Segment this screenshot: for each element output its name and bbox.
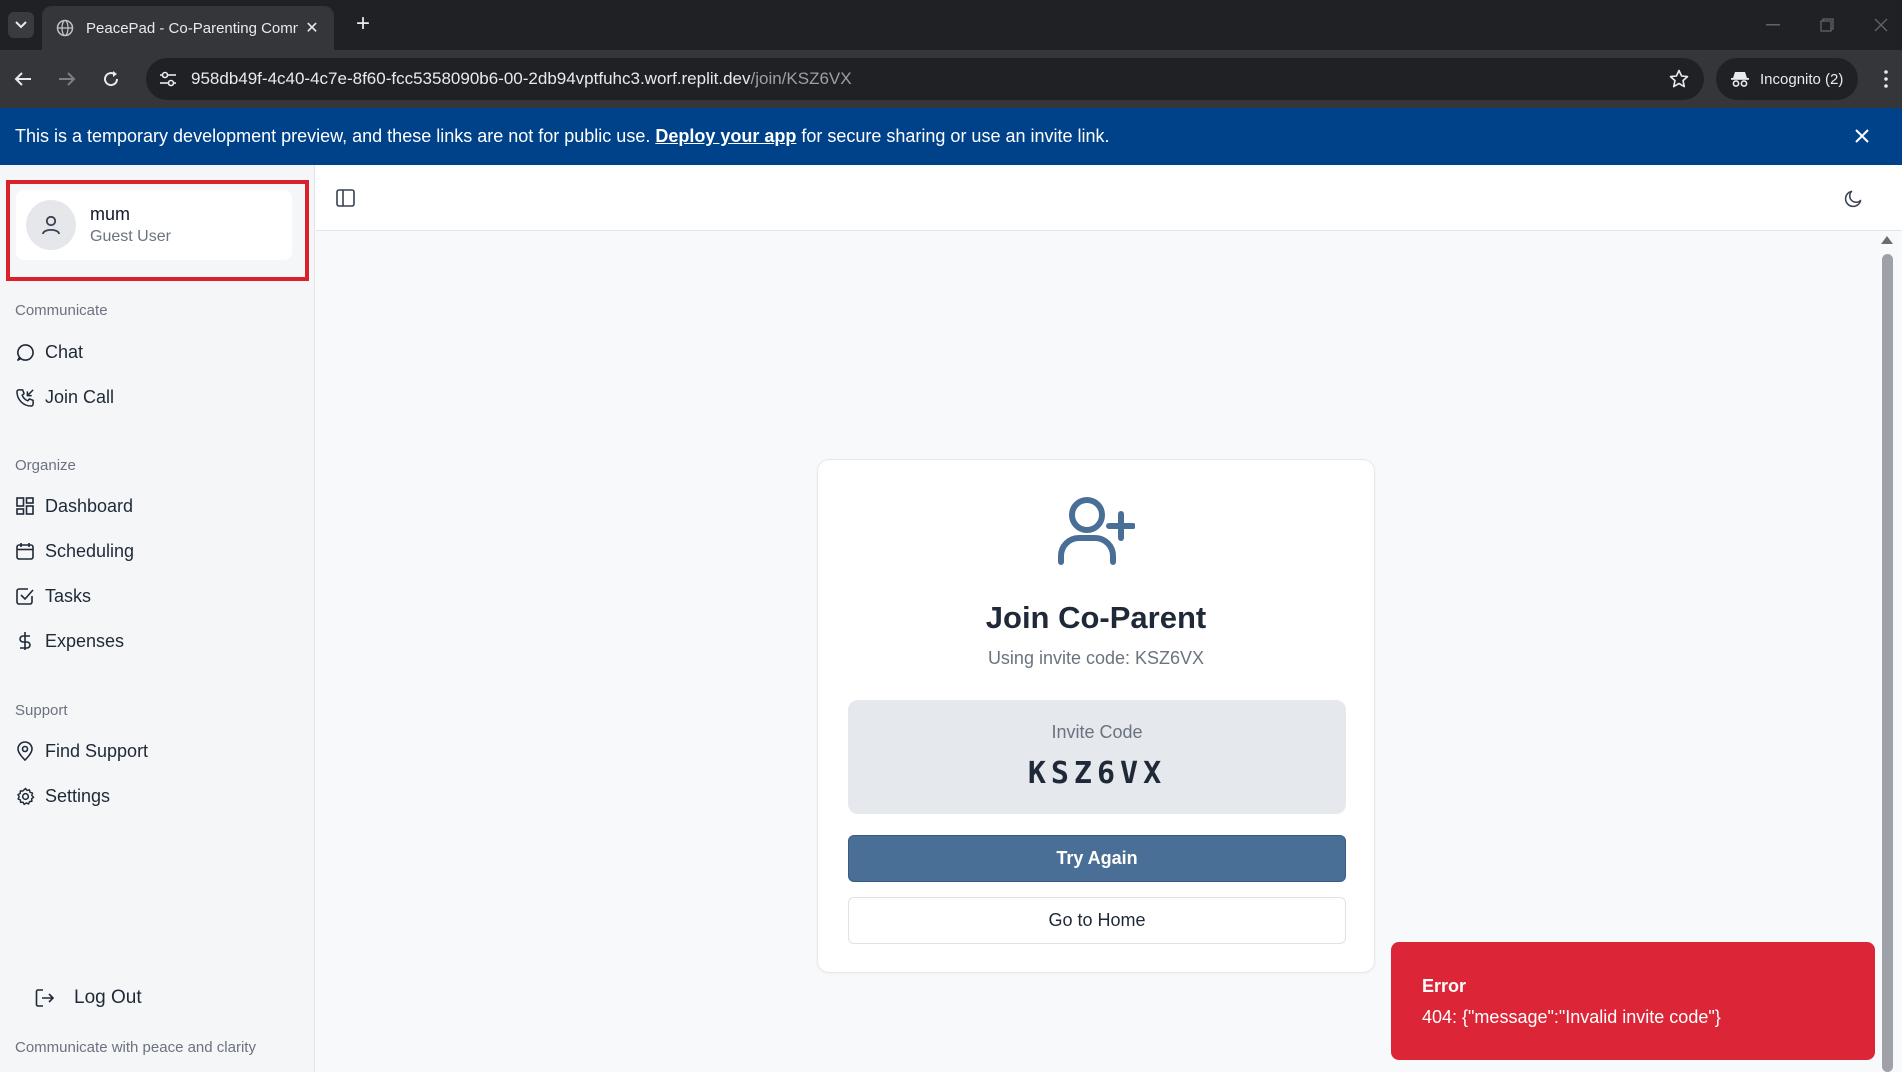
section-label-support: Support: [15, 702, 68, 719]
url-host: 958db49f-4c40-4c7e-8f60-fcc5358090b6-00-…: [191, 69, 751, 88]
browser-tab-bar: PeacePad - Co-Parenting Comm ✕ +: [0, 0, 1902, 50]
reload-button[interactable]: [96, 64, 126, 94]
sidebar-item-find-support[interactable]: Find Support: [15, 736, 148, 766]
chevron-down-icon: [15, 21, 27, 29]
dollar-icon: [15, 631, 35, 651]
avatar: [26, 200, 76, 250]
back-button[interactable]: [8, 64, 38, 94]
toast-title: Error: [1422, 976, 1467, 996]
calendar-icon: [15, 541, 35, 561]
banner-close-icon[interactable]: [1850, 124, 1874, 148]
invite-code-subtitle: Using invite code: KSZ6VX: [987, 648, 1205, 668]
page-title: Join Co-Parent: [985, 600, 1207, 635]
user-plus-icon: [1055, 494, 1135, 566]
logout-label: Log Out: [74, 987, 142, 1008]
invite-code-box: Invite Code KSZ6VX: [848, 700, 1346, 814]
gear-icon: [15, 786, 35, 806]
sidebar-toggle-button[interactable]: [334, 187, 356, 209]
phone-incoming-icon: [15, 387, 35, 407]
theme-toggle-button[interactable]: [1842, 187, 1864, 209]
sidebar-item-tasks[interactable]: Tasks: [15, 581, 91, 611]
sidebar-item-label: Join Call: [45, 386, 115, 407]
tab-list-button[interactable]: [8, 12, 34, 38]
close-window-icon[interactable]: [1866, 12, 1896, 38]
go-home-button[interactable]: Go to Home: [848, 897, 1346, 944]
user-name: mum: [90, 204, 130, 224]
error-toast[interactable]: Error 404: {"message":"Invalid invite co…: [1391, 942, 1875, 1060]
sidebar-item-expenses[interactable]: Expenses: [15, 626, 124, 656]
logout-button[interactable]: Log Out: [34, 983, 142, 1013]
banner-text-before: This is a temporary development preview,…: [15, 126, 651, 146]
sidebar-item-join-call[interactable]: Join Call: [15, 382, 114, 412]
reload-icon: [104, 71, 119, 87]
sidebar-item-settings[interactable]: Settings: [15, 781, 110, 811]
moon-icon: [1844, 190, 1861, 207]
check-square-icon: [15, 586, 35, 606]
toast-message: 404: {"message":"Invalid invite code"}: [1422, 1007, 1721, 1027]
url-text: 958db49f-4c40-4c7e-8f60-fcc5358090b6-00-…: [191, 69, 852, 89]
map-pin-icon: [15, 741, 35, 761]
section-label-organize: Organize: [15, 457, 76, 474]
bookmark-star-icon[interactable]: [1668, 68, 1690, 90]
url-path: /join/KSZ6VX: [750, 69, 852, 88]
user-role: Guest User: [90, 228, 171, 245]
main-scrollbar[interactable]: [1880, 232, 1896, 1072]
tab-title: PeacePad - Co-Parenting Comm: [86, 19, 298, 37]
globe-icon: [56, 19, 74, 37]
main-topbar: [316, 165, 1902, 231]
browser-menu-icon[interactable]: [1876, 66, 1896, 92]
site-settings-icon[interactable]: [158, 69, 178, 89]
forward-button[interactable]: [52, 64, 82, 94]
sidebar-item-label: Expenses: [45, 630, 125, 651]
incognito-indicator[interactable]: Incognito (2): [1716, 58, 1858, 100]
new-tab-button[interactable]: +: [350, 12, 376, 38]
deploy-app-link[interactable]: Deploy your app: [655, 126, 796, 147]
tab-close-icon[interactable]: ✕: [302, 18, 322, 38]
banner-text-after: for secure sharing or use an invite link…: [801, 126, 1110, 146]
scroll-up-icon[interactable]: [1881, 236, 1893, 244]
scroll-thumb[interactable]: [1882, 254, 1893, 1072]
sidebar-item-label: Chat: [45, 341, 84, 362]
restore-icon[interactable]: [1812, 12, 1842, 38]
panel-left-icon: [335, 189, 355, 207]
invite-code-value: KSZ6VX: [1027, 756, 1167, 791]
try-again-button[interactable]: Try Again: [848, 835, 1346, 882]
browser-tab[interactable]: PeacePad - Co-Parenting Comm ✕: [42, 6, 334, 50]
log-out-icon: [34, 987, 56, 1009]
incognito-icon: [1730, 71, 1750, 87]
sidebar-item-scheduling[interactable]: Scheduling: [15, 536, 134, 566]
sidebar-item-label: Scheduling: [45, 540, 135, 561]
browser-toolbar: 958db49f-4c40-4c7e-8f60-fcc5358090b6-00-…: [0, 50, 1902, 108]
arrow-left-icon: [14, 72, 31, 86]
minimize-icon[interactable]: [1758, 12, 1788, 38]
user-icon: [42, 215, 60, 235]
sidebar-item-label: Settings: [45, 785, 111, 806]
invite-code-label: Invite Code: [1051, 722, 1143, 742]
dev-preview-banner: This is a temporary development preview,…: [0, 108, 1902, 165]
sidebar-item-label: Tasks: [45, 585, 92, 606]
message-circle-icon: [15, 342, 35, 362]
user-card[interactable]: mum Guest User: [16, 190, 292, 260]
arrow-right-icon: [59, 72, 76, 86]
sidebar-item-label: Find Support: [45, 740, 149, 761]
address-bar[interactable]: 958db49f-4c40-4c7e-8f60-fcc5358090b6-00-…: [146, 58, 1704, 100]
dashboard-icon: [15, 496, 35, 516]
sidebar-item-dashboard[interactable]: Dashboard: [15, 491, 133, 521]
sidebar-item-chat[interactable]: Chat: [15, 337, 83, 367]
sidebar: mum Guest User Communicate Chat Join Cal…: [0, 165, 315, 1072]
section-label-communicate: Communicate: [15, 302, 108, 319]
incognito-label: Incognito (2): [1760, 70, 1844, 88]
sidebar-item-label: Dashboard: [45, 495, 134, 516]
tagline: Communicate with peace and clarity: [15, 1039, 256, 1056]
join-card: Join Co-Parent Using invite code: KSZ6VX…: [817, 459, 1375, 973]
